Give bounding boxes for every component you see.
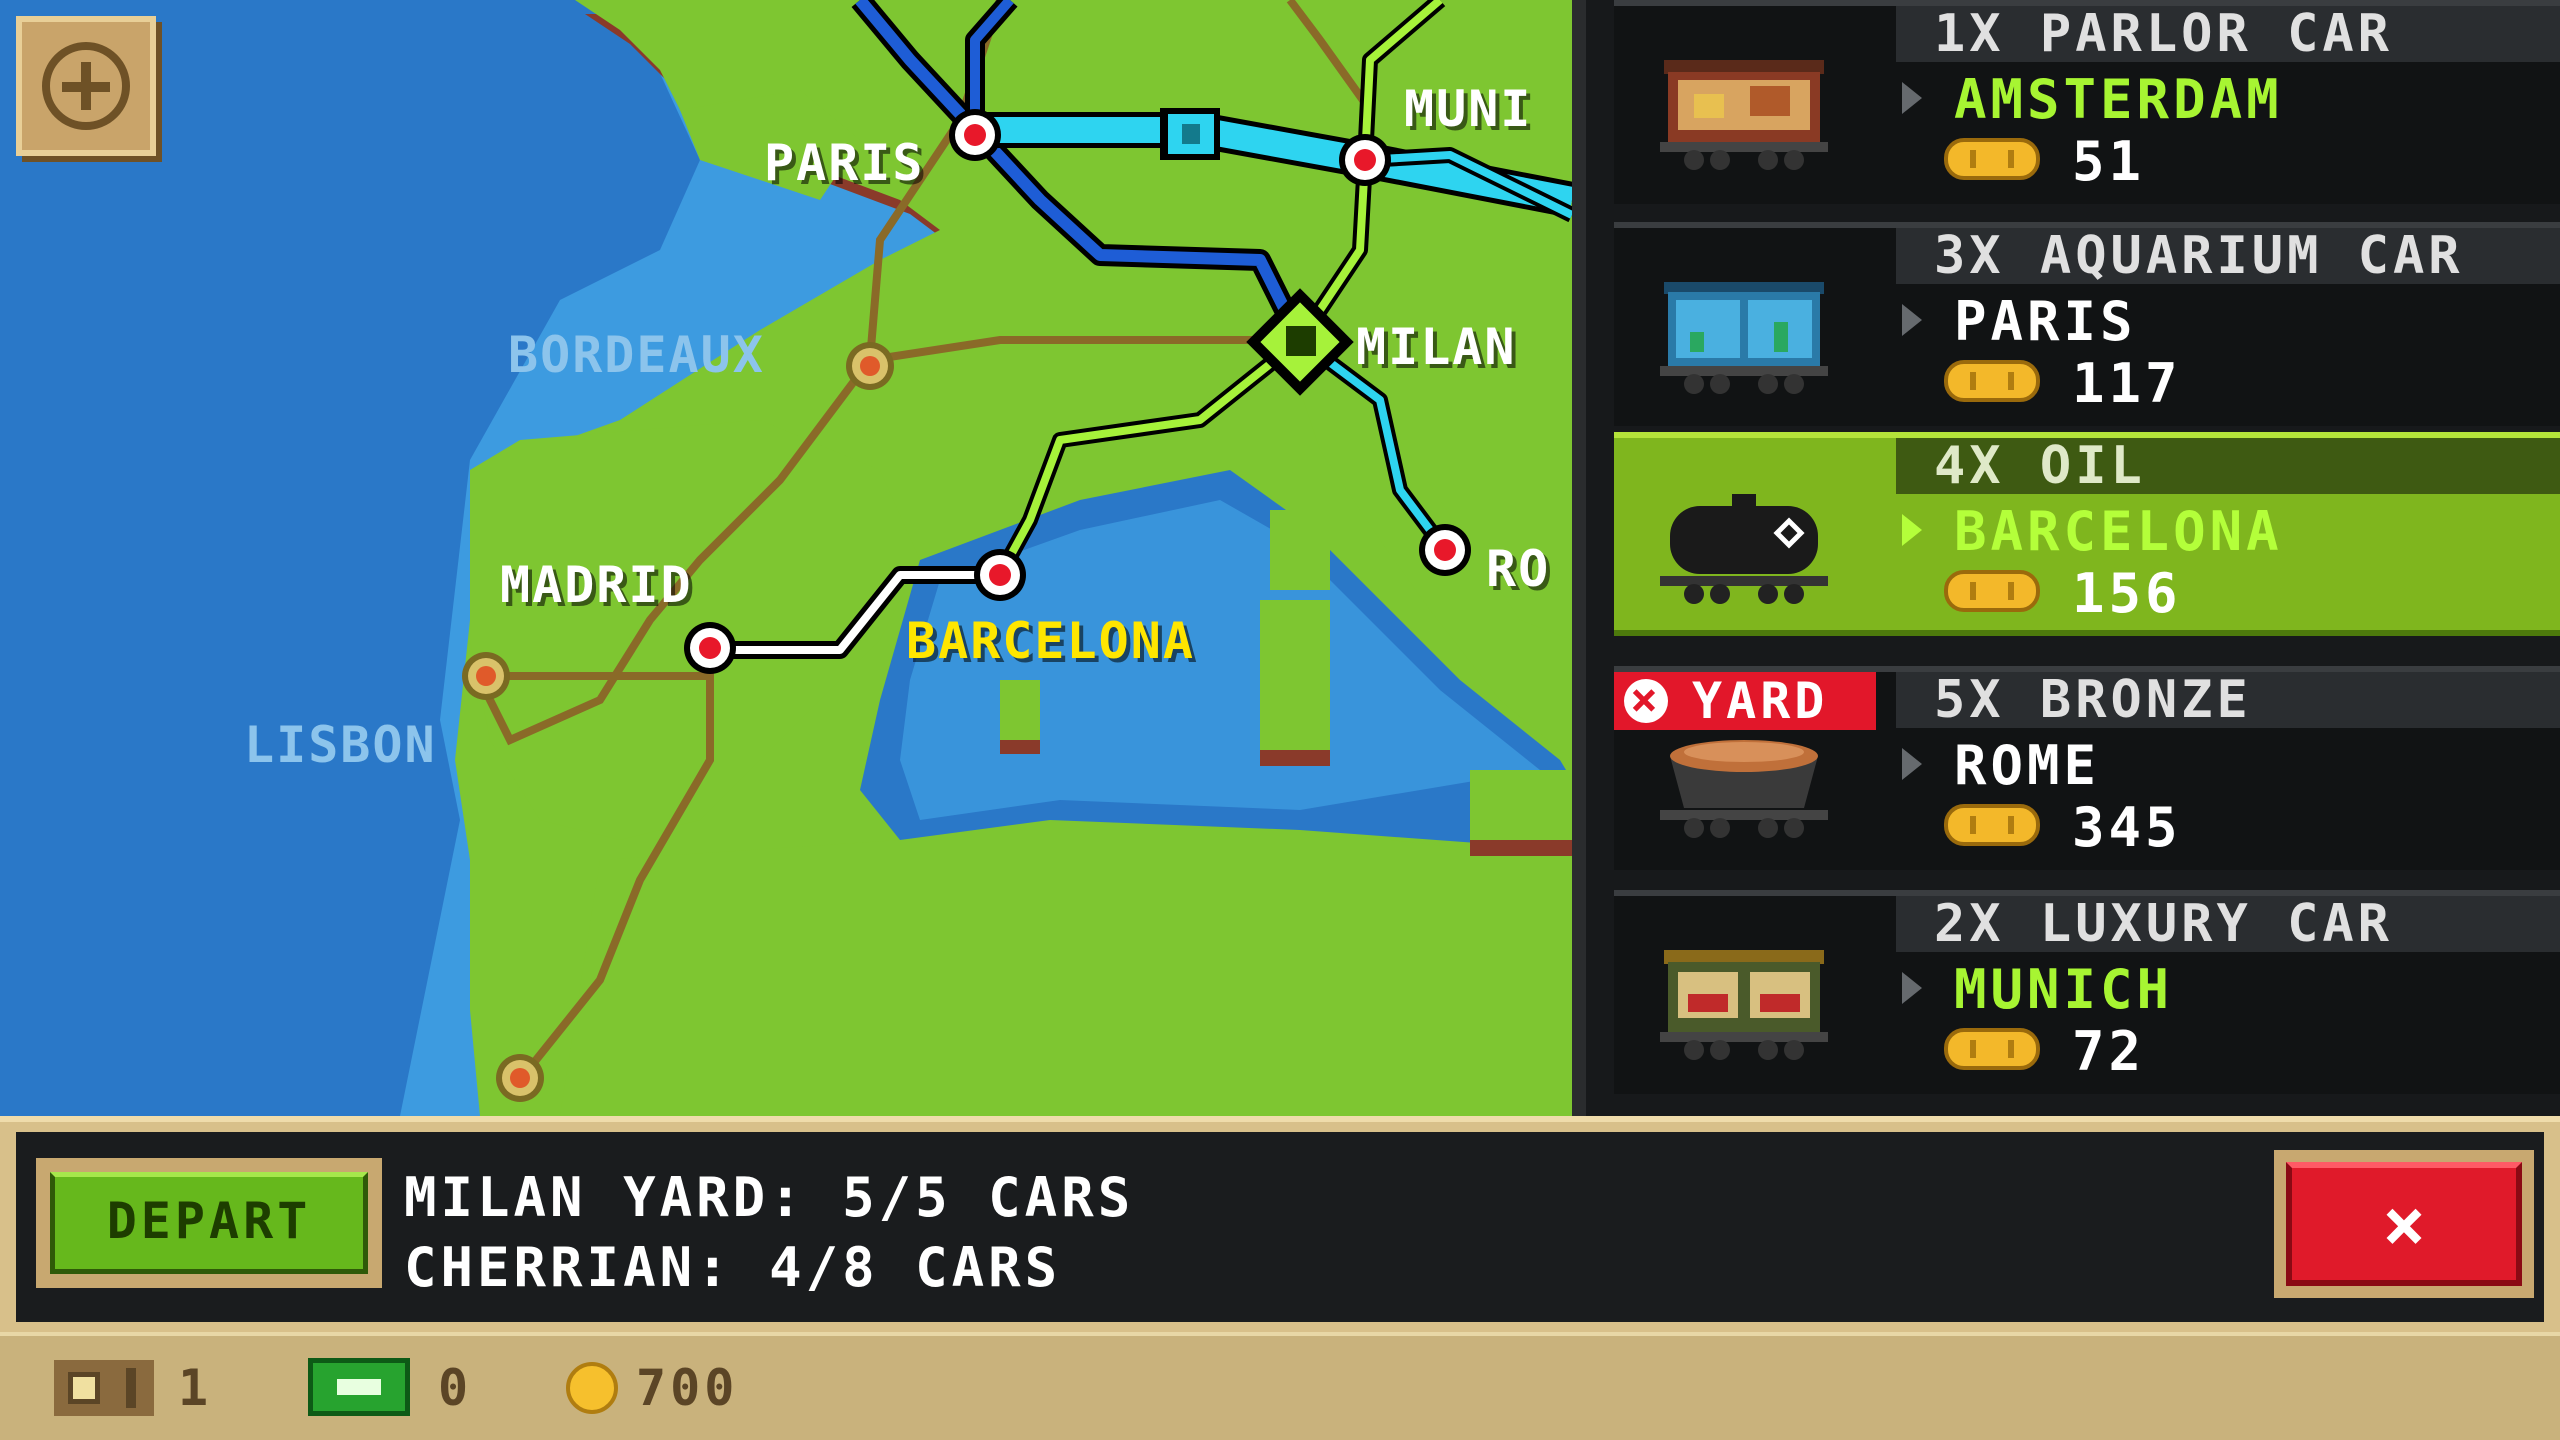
luxury-car-icon bbox=[1660, 950, 1828, 1060]
oil-tank-car-icon bbox=[1660, 494, 1828, 604]
close-button[interactable]: × bbox=[2274, 1150, 2534, 1298]
yard-badge[interactable]: YARD bbox=[1614, 671, 1876, 730]
city-label-paris: PARIS bbox=[764, 134, 925, 192]
train-capacity: CHERRIAN: 4/8 CARS bbox=[404, 1236, 1062, 1299]
depart-button[interactable]: DEPART bbox=[36, 1158, 382, 1288]
cargo-quantity: 2X LUXURY CAR bbox=[1896, 896, 2560, 952]
train-panel: DEPART MILAN YARD: 5/5 CARS CHERRIAN: 4/… bbox=[0, 1116, 2560, 1332]
arrow-right-icon bbox=[1902, 748, 1922, 780]
city-label-lisbon: LISBON bbox=[244, 716, 437, 774]
cargo-item-aquarium-car[interactable]: 3X AQUARIUM CAR PARIS 117 bbox=[1614, 222, 2560, 426]
city-label-barcelona: BARCELONA bbox=[906, 612, 1195, 670]
station-barcelona bbox=[974, 549, 1026, 601]
cargo-price: 156 bbox=[2072, 562, 2182, 625]
station-munich bbox=[1339, 134, 1391, 186]
cargo-price: 51 bbox=[2072, 130, 2146, 193]
arrow-right-icon bbox=[1902, 972, 1922, 1004]
zoom-in-button[interactable] bbox=[16, 16, 156, 156]
cash-counter[interactable]: 0 bbox=[308, 1358, 508, 1418]
arrow-right-icon bbox=[1902, 304, 1922, 336]
cargo-destination: PARIS bbox=[1954, 290, 2137, 353]
arrow-right-icon bbox=[1902, 514, 1922, 546]
city-label-milan: MILAN bbox=[1356, 318, 1517, 376]
bronze-hopper-car-icon bbox=[1660, 740, 1828, 838]
cash-value: 0 bbox=[438, 1359, 473, 1417]
close-icon: × bbox=[2286, 1162, 2522, 1286]
cargo-item-bronze[interactable]: YARD 5X BRONZE ROME 345 bbox=[1614, 666, 2560, 870]
cargo-quantity: 4X OIL bbox=[1896, 438, 2560, 494]
cargo-quantity: 1X PARLOR CAR bbox=[1896, 6, 2560, 62]
cargo-item-parlor-car[interactable]: 1X PARLOR CAR AMSTERDAM 51 bbox=[1614, 0, 2560, 204]
city-label-madrid: MADRID bbox=[500, 556, 693, 614]
cargo-quantity: 3X AQUARIUM CAR bbox=[1896, 228, 2560, 284]
train-panel-inner: DEPART MILAN YARD: 5/5 CARS CHERRIAN: 4/… bbox=[16, 1132, 2544, 1322]
cash-icon bbox=[308, 1358, 410, 1416]
status-bar: 1 0 700 bbox=[0, 1332, 2560, 1440]
cargo-destination: BARCELONA bbox=[1954, 500, 2283, 563]
cargo-destination: ROME bbox=[1954, 734, 2101, 797]
europe-map[interactable]: PARIS MUNI BORDEAUX MILAN MADRID BARCELO… bbox=[0, 0, 1572, 1116]
cargo-price: 345 bbox=[2072, 796, 2182, 859]
station-south bbox=[496, 1054, 544, 1102]
station-lisbon bbox=[462, 652, 510, 700]
crates-counter[interactable]: 1 bbox=[54, 1358, 254, 1418]
station-rome bbox=[1419, 524, 1471, 576]
cargo-price: 72 bbox=[2072, 1020, 2146, 1083]
arrow-right-icon bbox=[1902, 82, 1922, 114]
station-bordeaux bbox=[846, 342, 894, 390]
cargo-price: 117 bbox=[2072, 352, 2182, 415]
cargo-destination: MUNICH bbox=[1954, 958, 2174, 1021]
coin-stack-icon bbox=[1944, 804, 2040, 846]
parlor-car-icon bbox=[1660, 60, 1828, 170]
cargo-item-luxury-car[interactable]: 2X LUXURY CAR MUNICH 72 bbox=[1614, 890, 2560, 1094]
yard-capacity: MILAN YARD: 5/5 CARS bbox=[404, 1166, 1135, 1229]
city-label-rome: RO bbox=[1486, 540, 1551, 598]
station-madrid bbox=[684, 622, 736, 674]
game-screen: PARIS MUNI BORDEAUX MILAN MADRID BARCELO… bbox=[0, 0, 2560, 1440]
coin-stack-icon bbox=[1944, 360, 2040, 402]
city-label-bordeaux: BORDEAUX bbox=[508, 326, 765, 384]
coins-value: 700 bbox=[636, 1359, 739, 1417]
cargo-item-oil[interactable]: 4X OIL BARCELONA 156 bbox=[1614, 432, 2560, 636]
coins-counter[interactable]: 700 bbox=[566, 1358, 806, 1418]
aquarium-car-icon bbox=[1660, 282, 1828, 394]
coin-icon bbox=[566, 1362, 618, 1414]
crate-icon bbox=[54, 1360, 154, 1416]
cargo-quantity: 5X BRONZE bbox=[1896, 672, 2560, 728]
cargo-list[interactable]: 1X PARLOR CAR AMSTERDAM 51 3X AQUARIUM C… bbox=[1572, 0, 2560, 1116]
coin-stack-icon bbox=[1944, 570, 2040, 612]
yard-badge-label: YARD bbox=[1692, 672, 1829, 730]
cargo-destination: AMSTERDAM bbox=[1954, 68, 2283, 131]
coin-stack-icon bbox=[1944, 1028, 2040, 1070]
depart-button-label: DEPART bbox=[50, 1172, 368, 1274]
station-paris bbox=[949, 109, 1001, 161]
city-label-munich: MUNI bbox=[1404, 80, 1533, 138]
crates-value: 1 bbox=[178, 1359, 213, 1417]
remove-icon bbox=[1624, 671, 1668, 727]
train-sprite bbox=[1160, 108, 1220, 160]
coin-stack-icon bbox=[1944, 138, 2040, 180]
